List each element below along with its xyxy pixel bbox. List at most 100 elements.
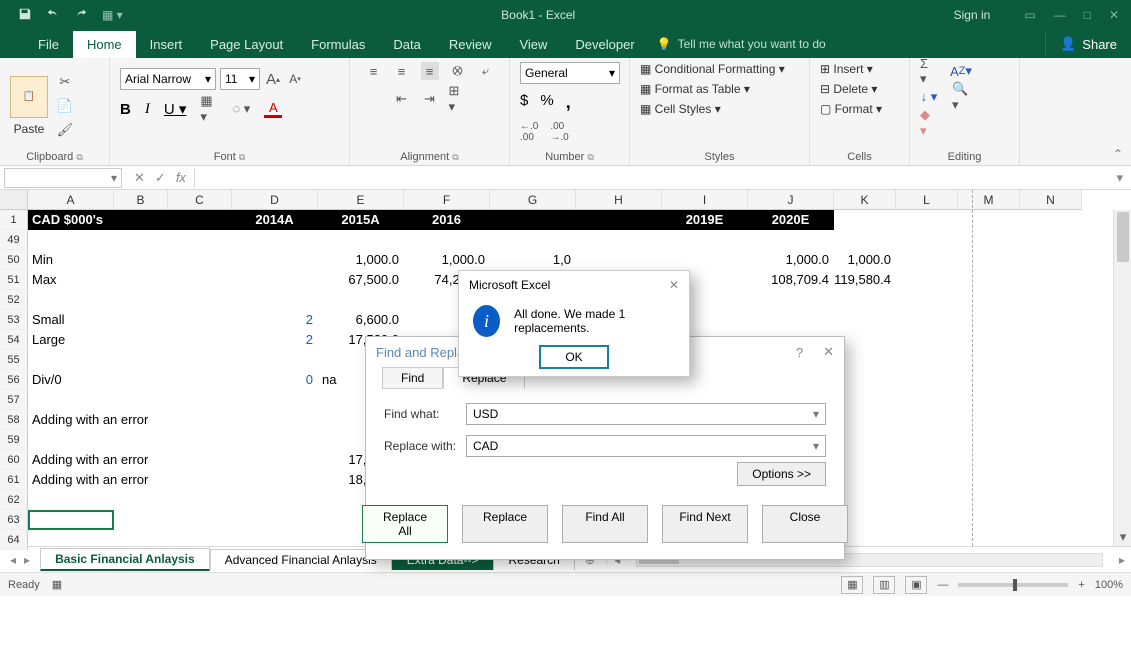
merge-icon[interactable]: ⊞ ▾ bbox=[449, 90, 467, 108]
cell[interactable] bbox=[232, 430, 318, 450]
cell[interactable] bbox=[232, 350, 318, 370]
cell[interactable]: Large bbox=[28, 330, 168, 350]
cell[interactable] bbox=[168, 430, 232, 450]
find-what-dropdown-icon[interactable]: ▾ bbox=[813, 407, 819, 421]
format-painter-icon[interactable]: 🖌 bbox=[56, 121, 74, 139]
col-header-H[interactable]: H bbox=[576, 190, 662, 210]
cell[interactable] bbox=[834, 230, 896, 250]
header-year-cell[interactable]: 2019E bbox=[662, 210, 748, 230]
row-header[interactable]: 59 bbox=[0, 430, 28, 450]
tab-file[interactable]: File bbox=[24, 31, 73, 58]
row-header[interactable]: 58 bbox=[0, 410, 28, 430]
tab-formulas[interactable]: Formulas bbox=[297, 31, 379, 58]
conditional-formatting-button[interactable]: ▦ Conditional Formatting ▾ bbox=[640, 62, 785, 76]
row-header[interactable]: 51 bbox=[0, 270, 28, 290]
percent-icon[interactable]: % bbox=[540, 92, 553, 113]
zoom-in-icon[interactable]: + bbox=[1078, 579, 1084, 591]
close-button[interactable]: Close bbox=[762, 505, 848, 543]
cell[interactable]: 2 bbox=[232, 330, 318, 350]
tab-page-layout[interactable]: Page Layout bbox=[196, 31, 297, 58]
sheet-nav-prev-icon[interactable]: ◂ bbox=[10, 553, 16, 567]
cell[interactable] bbox=[28, 490, 168, 510]
undo-icon[interactable] bbox=[46, 7, 60, 24]
minimize-icon[interactable]: — bbox=[1054, 8, 1066, 22]
cell[interactable] bbox=[834, 290, 896, 310]
row-header[interactable]: 1 bbox=[0, 210, 28, 230]
cell[interactable] bbox=[28, 510, 114, 530]
name-box[interactable]: ▾ bbox=[4, 168, 122, 188]
header-year-cell[interactable]: 2020E bbox=[748, 210, 834, 230]
cell[interactable] bbox=[168, 450, 232, 470]
header-year-cell[interactable]: 2016 bbox=[404, 210, 490, 230]
cell[interactable] bbox=[748, 310, 834, 330]
cell[interactable] bbox=[28, 530, 168, 550]
cell[interactable] bbox=[232, 390, 318, 410]
cell[interactable] bbox=[1020, 210, 1082, 230]
scroll-down-icon[interactable]: ▾ bbox=[1114, 528, 1131, 546]
cell[interactable] bbox=[958, 210, 1020, 230]
cell[interactable]: Div/0 bbox=[28, 370, 168, 390]
cell[interactable] bbox=[834, 310, 896, 330]
comma-icon[interactable]: , bbox=[566, 92, 571, 113]
orientation-icon[interactable]: ⭙ bbox=[449, 62, 467, 80]
header-year-cell[interactable]: 2014A bbox=[232, 210, 318, 230]
cell[interactable]: 2 bbox=[232, 310, 318, 330]
cell[interactable] bbox=[168, 310, 232, 330]
view-page-break-icon[interactable]: ▣ bbox=[905, 576, 927, 594]
dialog-help-icon[interactable]: ? bbox=[796, 345, 803, 360]
row-header[interactable]: 64 bbox=[0, 530, 28, 550]
copy-icon[interactable]: 📄 bbox=[56, 97, 74, 115]
border-icon[interactable]: ▦ ▾ bbox=[200, 100, 218, 118]
row-header[interactable]: 53 bbox=[0, 310, 28, 330]
row-header[interactable]: 55 bbox=[0, 350, 28, 370]
replace-button[interactable]: Replace bbox=[462, 505, 548, 543]
replace-with-input[interactable]: CAD▾ bbox=[466, 435, 826, 457]
row-header[interactable]: 56 bbox=[0, 370, 28, 390]
formula-bar[interactable] bbox=[194, 168, 1109, 188]
clear-icon[interactable]: ◆ ▾ bbox=[920, 114, 938, 132]
cell[interactable] bbox=[264, 510, 350, 530]
cell[interactable] bbox=[168, 290, 232, 310]
cell[interactable] bbox=[28, 430, 168, 450]
expand-formula-bar-icon[interactable]: ▾ bbox=[1108, 170, 1131, 186]
ok-button[interactable]: OK bbox=[539, 345, 608, 369]
decrease-indent-icon[interactable]: ⇤ bbox=[393, 90, 411, 108]
align-top-icon[interactable]: ≡ bbox=[365, 62, 383, 80]
zoom-thumb[interactable] bbox=[1013, 579, 1017, 591]
alignment-launcher-icon[interactable]: ⧉ bbox=[452, 152, 458, 162]
font-size-combo[interactable]: 11▾ bbox=[220, 68, 260, 90]
replace-with-dropdown-icon[interactable]: ▾ bbox=[813, 439, 819, 453]
col-header-K[interactable]: K bbox=[834, 190, 896, 210]
cell[interactable]: 1,0 bbox=[490, 250, 576, 270]
format-as-table-button[interactable]: ▦ Format as Table ▾ bbox=[640, 82, 750, 96]
tab-review[interactable]: Review bbox=[435, 31, 506, 58]
cell[interactable] bbox=[232, 470, 318, 490]
header-label-cell[interactable]: CAD $000's bbox=[28, 210, 232, 230]
cell[interactable]: 1,000.0 bbox=[748, 250, 834, 270]
col-header-F[interactable]: F bbox=[404, 190, 490, 210]
cell[interactable] bbox=[896, 210, 958, 230]
cell[interactable] bbox=[114, 510, 178, 530]
signin-link[interactable]: Sign in bbox=[954, 8, 991, 22]
number-launcher-icon[interactable]: ⧉ bbox=[587, 152, 593, 162]
tab-developer[interactable]: Developer bbox=[561, 31, 648, 58]
decrease-font-icon[interactable]: A▾ bbox=[286, 70, 304, 88]
cell[interactable]: Adding with an error bbox=[28, 470, 168, 490]
zoom-out-icon[interactable]: — bbox=[937, 579, 948, 591]
sort-filter-icon[interactable]: AZ▾ bbox=[952, 62, 970, 80]
header-year-cell[interactable] bbox=[576, 210, 662, 230]
find-all-button[interactable]: Find All bbox=[562, 505, 648, 543]
cell[interactable]: 0 bbox=[232, 370, 318, 390]
cell[interactable] bbox=[232, 530, 318, 550]
tab-data[interactable]: Data bbox=[379, 31, 434, 58]
number-format-combo[interactable]: General▾ bbox=[520, 62, 620, 84]
cell[interactable]: 119,580.4 bbox=[834, 270, 896, 290]
row-header[interactable]: 62 bbox=[0, 490, 28, 510]
options-button[interactable]: Options >> bbox=[737, 462, 826, 486]
row-header[interactable]: 57 bbox=[0, 390, 28, 410]
cell[interactable] bbox=[232, 270, 318, 290]
cell[interactable]: Small bbox=[28, 310, 168, 330]
font-color-icon[interactable]: A bbox=[264, 100, 282, 118]
col-header-M[interactable]: M bbox=[958, 190, 1020, 210]
tab-home[interactable]: Home bbox=[73, 31, 136, 58]
